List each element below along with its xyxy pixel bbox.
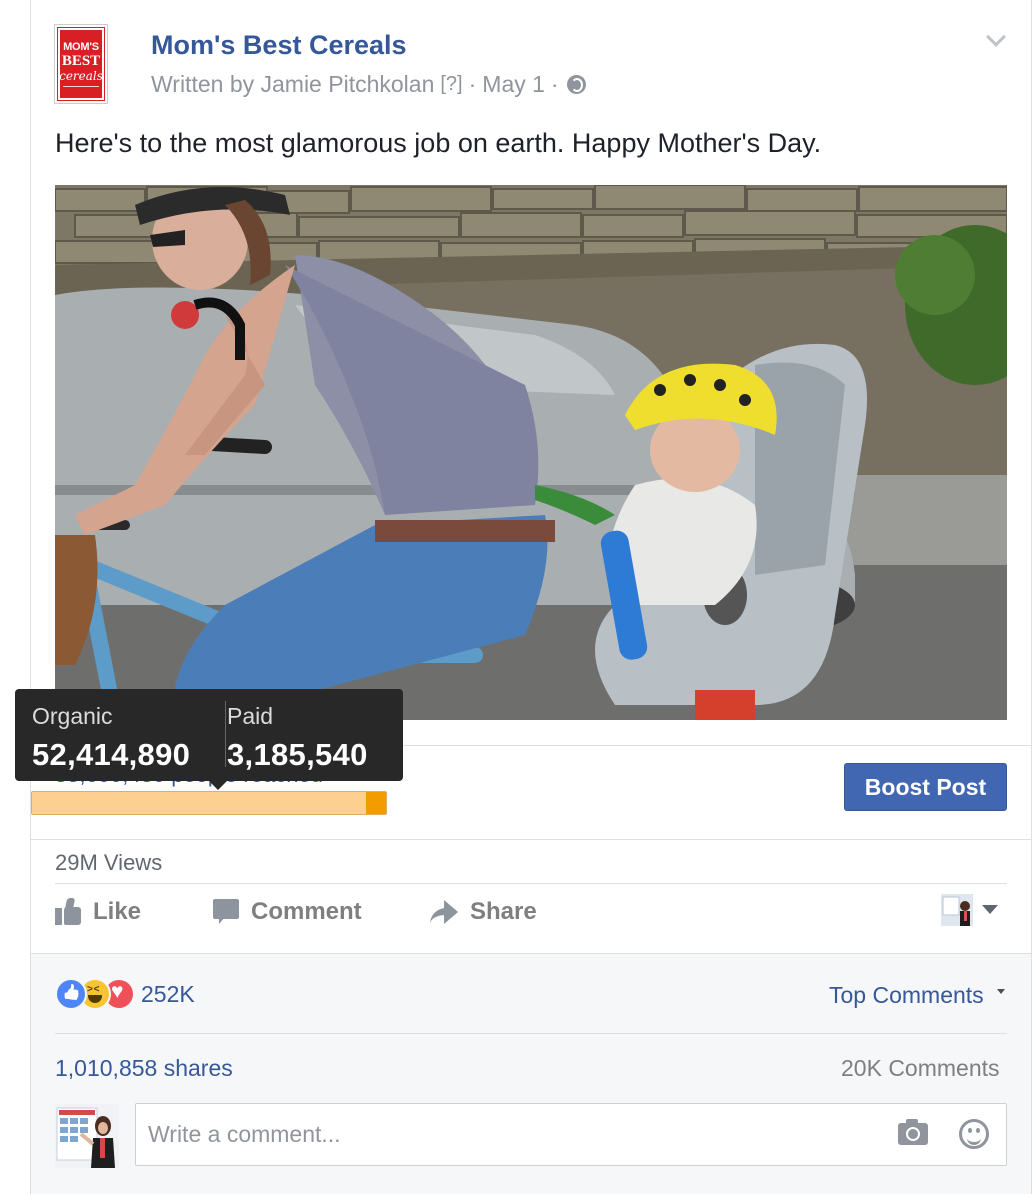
comment-input[interactable] (148, 1104, 868, 1165)
top-comments-caret-icon[interactable] (997, 989, 1005, 994)
thumbs-up-icon (55, 898, 81, 926)
post-meta: Written by Jamie Pitchkolan [?] · May 1 … (151, 71, 586, 98)
comment-composer[interactable] (135, 1103, 1007, 1166)
top-comments-dropdown[interactable]: Top Comments (829, 982, 984, 1009)
tooltip-divider (225, 701, 226, 767)
organic-label: Organic (32, 703, 113, 729)
like-reaction-icon (55, 978, 87, 1010)
globe-icon[interactable] (566, 75, 586, 94)
video-frame (55, 185, 1007, 720)
comment-bubble-icon (213, 899, 239, 925)
shares-count-link[interactable]: 1,010,858 shares (55, 1055, 233, 1082)
comment-label: Comment (251, 898, 362, 925)
divider (31, 839, 1031, 840)
author-text: Written by Jamie Pitchkolan (151, 71, 435, 97)
reactions-summary[interactable]: 252K (55, 978, 195, 1010)
user-avatar[interactable] (55, 1104, 119, 1168)
like-button[interactable]: Like (55, 898, 141, 926)
paid-label: Paid (227, 703, 274, 729)
logo-text-line2: BEST (61, 52, 101, 69)
paid-column: Paid 3,185,540 (227, 703, 368, 773)
reach-bar[interactable] (31, 791, 387, 815)
page-name-link[interactable]: Mom's Best Cereals (151, 30, 407, 61)
post-message: Here's to the most glamorous job on eart… (55, 128, 822, 158)
like-label: Like (93, 898, 142, 925)
post-date[interactable]: May 1 (482, 71, 545, 98)
logo-text-line3: cereals (59, 68, 103, 83)
boost-post-button[interactable]: Boost Post (844, 763, 1007, 811)
share-label: Share (470, 898, 537, 925)
share-arrow-icon (430, 900, 458, 924)
organic-column: Organic 52,414,890 (32, 703, 190, 773)
video-player[interactable] (55, 185, 1007, 720)
reaction-count: 252K (141, 980, 195, 1007)
paid-value: 3,185,540 (227, 737, 368, 772)
comment-button[interactable]: Comment (213, 898, 362, 926)
camera-icon[interactable] (898, 1119, 928, 1145)
reach-bar-paid (365, 792, 386, 814)
views-count[interactable]: 29M Views (55, 850, 162, 876)
logo-rule (63, 85, 99, 87)
divider (55, 1033, 1007, 1034)
emoji-icon[interactable] (959, 1119, 989, 1149)
help-marker[interactable]: [?] (440, 73, 462, 96)
page-logo[interactable]: MOM'S BEST cereals (54, 24, 108, 104)
caret-down-icon[interactable] (982, 905, 998, 914)
reach-tooltip: Organic 52,414,890 Paid 3,185,540 (15, 689, 403, 790)
user-avatar-image (55, 1104, 119, 1168)
organic-value: 52,414,890 (32, 737, 191, 772)
avatar-image (941, 894, 973, 926)
meta-separator: · (468, 71, 477, 97)
logo-text-line1: MOM'S (63, 40, 99, 53)
share-button[interactable]: Share (430, 898, 537, 926)
meta-separator: · (550, 71, 559, 97)
divider (55, 883, 1007, 884)
comments-count-link[interactable]: 20K Comments (841, 1055, 1000, 1082)
acting-as-avatar[interactable] (941, 894, 973, 926)
logo-badge: MOM'S BEST cereals (57, 27, 105, 101)
